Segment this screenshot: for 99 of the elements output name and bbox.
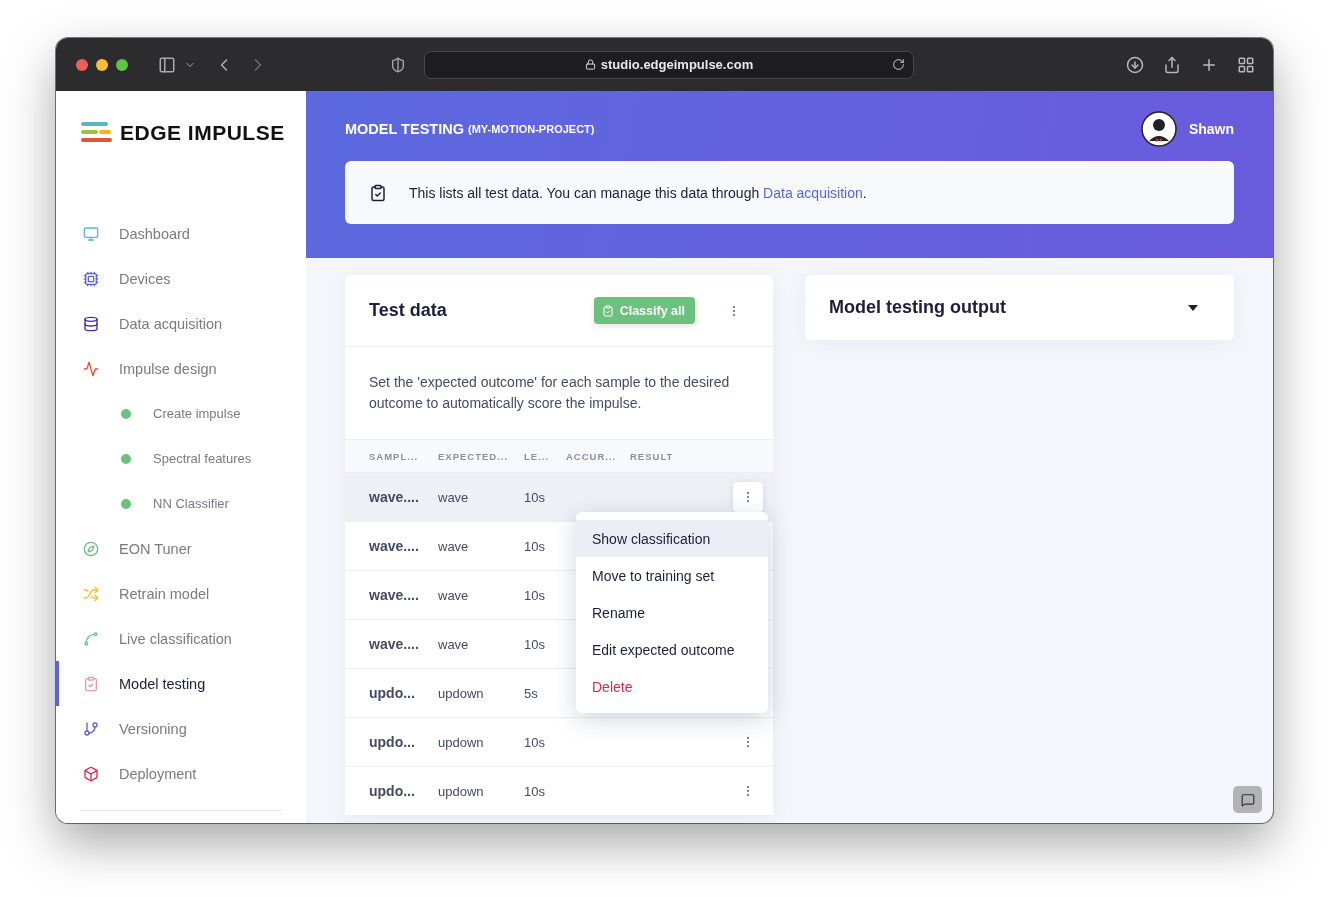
table-row[interactable]: updo... updown 10s [345,718,773,767]
column-header[interactable]: SAMPL... [369,450,438,462]
card-title: Test data [369,300,447,321]
sidebar-label: Impulse design [119,360,217,377]
lock-icon [584,59,596,70]
reload-icon[interactable] [892,57,905,71]
url-text: studio.edgeimpulse.com [600,57,754,72]
sidebar-label: Live classification [119,630,232,647]
share-icon[interactable] [1163,55,1181,74]
table-cell-text: 10s [524,783,546,799]
clipboard-check-icon [601,304,614,317]
menu-item[interactable]: Show classification [576,520,768,557]
shield-icon[interactable] [390,56,406,73]
table-cell-text: 10s [524,636,546,652]
sidebar-item[interactable]: Dashboard [56,211,306,256]
table-cell-text: wave.... [369,636,420,652]
table-cell-text: 10s [524,587,546,603]
user-name[interactable]: Shawn [1188,121,1234,137]
menu-item[interactable]: Edit expected outcome [576,631,768,668]
sidebar-item[interactable]: Impulse design [56,346,306,391]
database-icon [83,315,99,332]
status-dot-icon [121,498,131,509]
sidebar-label: Devices [119,270,171,287]
feedback-button[interactable] [1233,786,1262,813]
sidebar-label: Retrain model [119,585,210,602]
table-cell-text: wave [438,587,470,603]
sidebar-subitem[interactable]: Create impulse [56,391,306,436]
close-icon[interactable] [76,58,88,71]
table-cell-text: updo... [369,783,416,799]
table-cell-text: updo... [369,685,416,701]
sidebar-label: Spectral features [153,451,252,466]
table-cell-text: wave.... [369,587,420,603]
sidebar-label: EON Tuner [119,540,192,557]
avatar-icon[interactable] [1140,111,1177,147]
table-row[interactable]: wave.... wave 10s [345,473,773,522]
column-header[interactable]: RESULT [630,450,773,462]
sidebar-label: Model testing [119,675,206,692]
logo-text: EDGE IMPULSE [120,121,285,145]
sidebar-item[interactable]: Devices [56,256,306,301]
sidebar-label: Versioning [119,720,187,737]
tab-overview-icon[interactable] [1237,55,1255,74]
cube-icon [83,765,99,782]
clipboard-check-icon [369,183,387,202]
table-cell-text: 5s [524,685,539,701]
address-bar[interactable]: studio.edgeimpulse.com [424,50,914,79]
table-cell-text: 10s [524,538,546,554]
branch-icon [83,720,99,737]
sidebar-label: Deployment [119,765,197,782]
compass-icon [83,540,99,557]
status-dot-icon [121,453,131,464]
caret-icon[interactable] [1188,304,1198,311]
clipboard-check-icon [83,675,99,692]
sidebar-item[interactable]: Model testing [56,661,306,706]
page-title: MODEL TESTING [345,121,464,137]
column-header[interactable]: ACCUR... [566,450,630,462]
table-cell-text: updown [438,734,485,750]
column-header[interactable]: LE... [524,450,566,462]
table-cell-text: wave [438,636,470,652]
sidebar-item[interactable]: EON Tuner [56,526,306,571]
table-cell-text: wave [438,538,470,554]
curve-icon [83,630,99,647]
sidebar-label: Data acquisition [119,315,223,332]
menu-item[interactable]: Delete [576,668,768,705]
table-cell-text: 10s [524,489,546,505]
status-dot-icon [121,408,131,419]
table-cell-text: updown [438,685,485,701]
table-cell-text: updo... [369,734,416,750]
table-cell-text: wave [438,489,470,505]
sidebar-item[interactable]: Live classification [56,616,306,661]
sidebar-item[interactable]: Deployment [56,751,306,796]
sidebar-toggle-icon[interactable] [158,55,176,74]
monitor-icon [83,225,99,242]
pulse-icon [83,360,99,377]
logo-icon [80,121,112,145]
sidebar-subitem[interactable]: Spectral features [56,436,306,481]
message-icon [1240,792,1255,807]
minimize-icon[interactable] [96,58,108,71]
download-icon[interactable] [1126,55,1144,74]
sidebar-item[interactable]: Versioning [56,706,306,751]
project-name: (MY-MOTION-PROJECT) [467,123,595,135]
sidebar-subitem[interactable]: NN Classifier [56,481,306,526]
sidebar-label: NN Classifier [153,496,229,511]
table-cell-text: wave.... [369,489,420,505]
shuffle-icon [83,585,99,602]
sidebar-label: Create impulse [153,406,241,421]
sidebar-item[interactable]: Data acquisition [56,301,306,346]
table-cell-text: updown [438,783,485,799]
maximize-icon[interactable] [116,58,128,71]
table-row[interactable]: updo... updown 10s [345,767,773,816]
chip-icon [83,270,99,287]
notice-text: This lists all test data. You can manage this data through Data acquisition. [409,184,867,201]
data-acquisition-link[interactable]: Data acquisition [763,184,863,201]
table-cell-text: wave.... [369,538,420,554]
column-header[interactable]: EXPECTED... [438,450,524,462]
sidebar-item[interactable]: Retrain model [56,571,306,616]
output-card[interactable]: Model testing output [805,275,1234,340]
card-title: Model testing output [829,297,1006,318]
table-cell-text: 10s [524,734,546,750]
sidebar-label: Dashboard [119,225,190,242]
